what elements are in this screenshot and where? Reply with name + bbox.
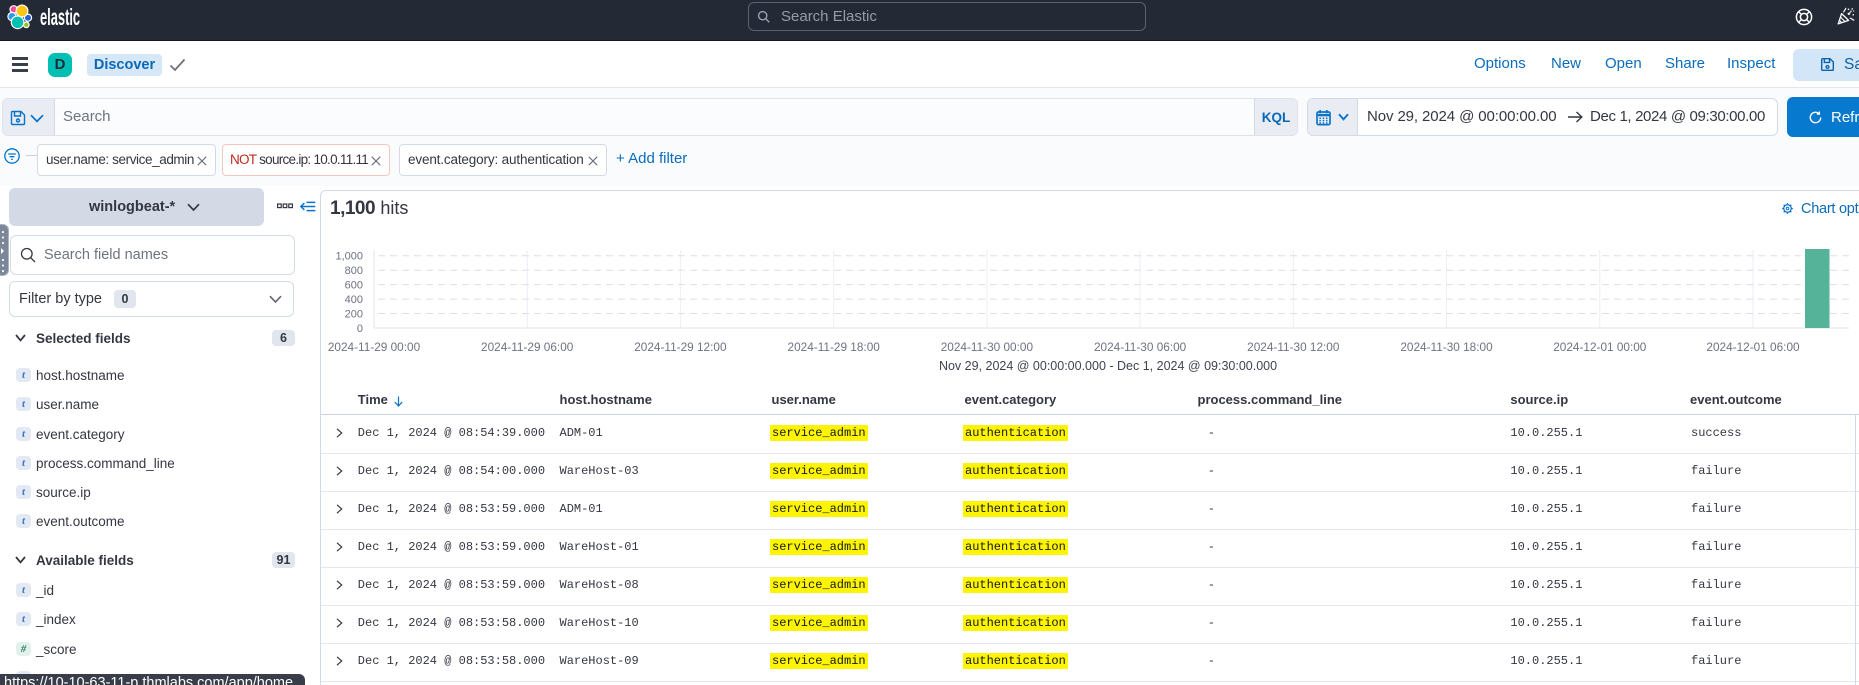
svg-text:800: 800 (345, 265, 363, 277)
svg-text:200: 200 (345, 309, 363, 321)
svg-text:2024-11-29 18:00: 2024-11-29 18:00 (788, 340, 881, 354)
svg-text:2024-11-29 06:00: 2024-11-29 06:00 (481, 340, 574, 354)
svg-text:1,000: 1,000 (335, 251, 363, 263)
svg-text:2024-11-30 12:00: 2024-11-30 12:00 (1247, 340, 1340, 354)
svg-text:2024-12-01 00:00: 2024-12-01 00:00 (1553, 340, 1647, 354)
svg-text:2024-11-29 00:00: 2024-11-29 00:00 (328, 340, 421, 354)
svg-text:600: 600 (345, 280, 363, 292)
svg-text:0: 0 (357, 323, 363, 335)
svg-text:2024-11-30 00:00: 2024-11-30 00:00 (941, 340, 1034, 354)
svg-text:2024-11-30 06:00: 2024-11-30 06:00 (1094, 340, 1187, 354)
svg-text:2024-12-01 06:00: 2024-12-01 06:00 (1706, 340, 1800, 354)
svg-text:2024-11-30 18:00: 2024-11-30 18:00 (1400, 340, 1493, 354)
svg-text:2024-11-29 12:00: 2024-11-29 12:00 (634, 340, 727, 354)
svg-text:400: 400 (345, 294, 363, 306)
svg-text:Nov 29, 2024 @ 00:00:00.000 -: Nov 29, 2024 @ 00:00:00.000 - Dec 1, 202… (939, 359, 1277, 373)
